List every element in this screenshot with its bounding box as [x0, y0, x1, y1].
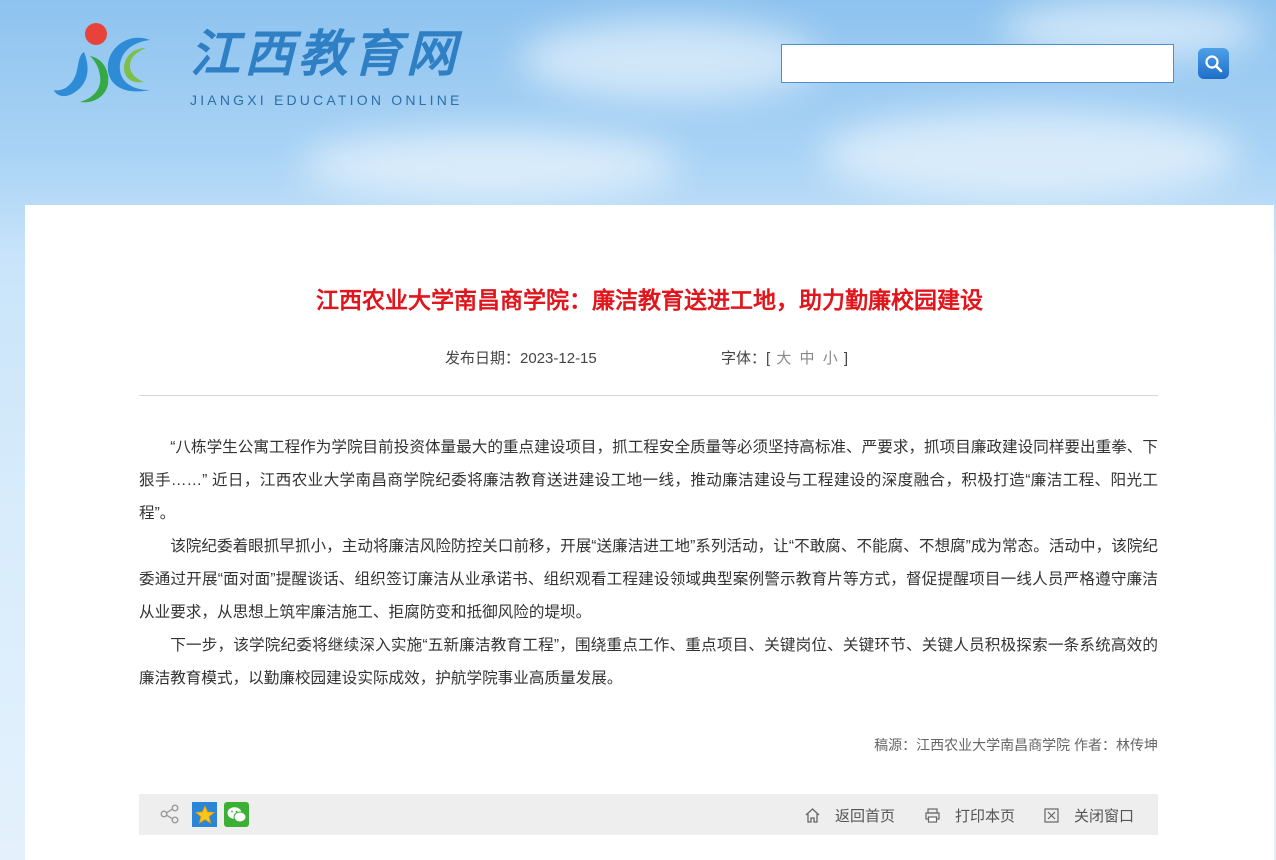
star-icon — [194, 804, 215, 824]
close-link[interactable]: 关闭窗口 — [1043, 805, 1134, 826]
font-size-selector: 字体：[ 大 中 小 ] — [721, 347, 848, 368]
font-size-large[interactable]: 大 — [774, 350, 793, 367]
search-icon — [1204, 54, 1222, 72]
font-close-bracket: ] — [843, 350, 849, 367]
publish-date: 发布日期：2023-12-15 — [445, 347, 597, 368]
print-link-label: 打印本页 — [955, 808, 1016, 825]
article-paragraph: “八栋学生公寓工程作为学院目前投资体量最大的重点建设项目，抓工程安全质量等必须坚… — [139, 439, 1158, 522]
article-paragraph: 该院纪委着眼抓早抓小，主动将廉洁风险防控关口前移，开展“送廉洁进工地”系列活动，… — [139, 538, 1158, 621]
share-icon[interactable] — [160, 804, 180, 824]
font-size-small[interactable]: 小 — [821, 350, 840, 367]
home-link-label: 返回首页 — [835, 808, 896, 825]
font-label: 字体：[ — [721, 350, 771, 367]
article-source: 稿源：江西农业大学南昌商学院 作者：林传坤 — [874, 737, 1158, 753]
close-icon — [1044, 808, 1059, 823]
date-value: 2023-12-15 — [520, 350, 597, 367]
article-panel: 江西农业大学南昌商学院：廉洁教育送进工地，助力勤廉校园建设 发布日期：2023-… — [25, 205, 1274, 860]
logo-icon[interactable] — [50, 12, 160, 107]
cloud-decoration — [520, 20, 820, 100]
logo-text-en: JIANGXI EDUCATION ONLINE — [190, 92, 463, 108]
qzone-share-icon[interactable] — [192, 802, 217, 827]
article-body: “八栋学生公寓工程作为学院目前投资体量最大的重点建设项目，抓工程安全质量等必须坚… — [139, 431, 1158, 695]
logo-text-cn: 江西教育网 — [190, 24, 460, 83]
article-paragraph: 下一步，该学院纪委将继续深入实施“五新廉洁教育工程”，围绕重点工作、重点项目、关… — [139, 637, 1158, 687]
article-toolbar: 返回首页 打印本页 关闭窗口 — [139, 794, 1158, 835]
article-title: 江西农业大学南昌商学院：廉洁教育送进工地，助力勤廉校园建设 — [316, 287, 983, 313]
site-header: 江西教育网 JIANGXI EDUCATION ONLINE — [0, 0, 1276, 205]
date-label: 发布日期： — [445, 350, 521, 367]
divider — [139, 395, 1158, 396]
font-size-medium[interactable]: 中 — [798, 350, 817, 367]
search-input[interactable] — [781, 44, 1174, 83]
home-link[interactable]: 返回首页 — [804, 805, 895, 826]
print-icon — [925, 808, 940, 823]
wechat-share-icon[interactable] — [224, 802, 249, 827]
close-link-label: 关闭窗口 — [1074, 808, 1135, 825]
wechat-icon — [227, 806, 246, 822]
cloud-decoration — [820, 110, 1240, 200]
print-link[interactable]: 打印本页 — [924, 805, 1015, 826]
home-icon — [805, 808, 820, 823]
search-button[interactable] — [1198, 48, 1229, 79]
cloud-decoration — [300, 130, 680, 200]
